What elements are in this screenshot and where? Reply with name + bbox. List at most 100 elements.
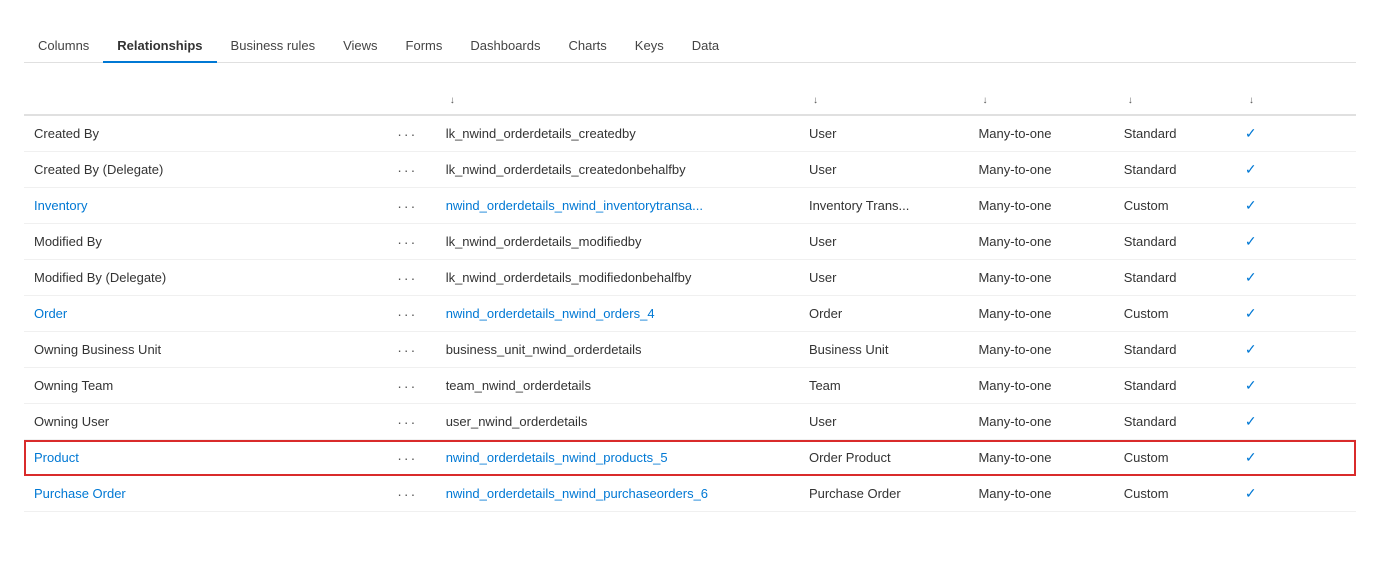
tab-forms[interactable]: Forms bbox=[392, 30, 457, 63]
col-header-custom[interactable]: ↓ bbox=[1235, 83, 1356, 115]
check-icon: ✓ bbox=[1245, 125, 1257, 141]
table-row[interactable]: Created By···lk_nwind_orderdetails_creat… bbox=[24, 115, 1356, 152]
customizable-cell: ✓ bbox=[1235, 296, 1356, 332]
row-context-menu-dots[interactable]: ··· bbox=[387, 115, 435, 152]
relationship-name-cell: nwind_orderdetails_nwind_orders_4 bbox=[436, 296, 799, 332]
col-header-relationship-name[interactable]: ↓ bbox=[436, 83, 799, 115]
display-name-cell[interactable]: Owning Team bbox=[24, 368, 387, 404]
type-cell: Standard bbox=[1114, 152, 1235, 188]
row-context-menu-dots[interactable]: ··· bbox=[387, 368, 435, 404]
col-header-dots bbox=[387, 83, 435, 115]
table-row[interactable]: Order···nwind_orderdetails_nwind_orders_… bbox=[24, 296, 1356, 332]
check-icon: ✓ bbox=[1245, 161, 1257, 177]
row-context-menu-dots[interactable]: ··· bbox=[387, 440, 435, 476]
related-table-cell: Order bbox=[799, 296, 969, 332]
customizable-cell: ✓ bbox=[1235, 188, 1356, 224]
relationships-table: ↓ ↓ ↓ ↓ ↓ bbox=[24, 83, 1356, 512]
tab-relationships[interactable]: Relationships bbox=[103, 30, 216, 63]
tab-business-rules[interactable]: Business rules bbox=[217, 30, 330, 63]
relationship-name-cell: nwind_orderdetails_nwind_inventorytransа… bbox=[436, 188, 799, 224]
customizable-cell: ✓ bbox=[1235, 440, 1356, 476]
type-sort-icon: ↓ bbox=[1128, 95, 1133, 106]
display-name-cell[interactable]: Owning User bbox=[24, 404, 387, 440]
tab-data[interactable]: Data bbox=[678, 30, 733, 63]
display-name-cell[interactable]: Created By bbox=[24, 115, 387, 152]
check-icon: ✓ bbox=[1245, 377, 1257, 393]
table-row[interactable]: Modified By···lk_nwind_orderdetails_modi… bbox=[24, 224, 1356, 260]
tab-columns[interactable]: Columns bbox=[24, 30, 103, 63]
check-icon: ✓ bbox=[1245, 305, 1257, 321]
type-cell: Custom bbox=[1114, 188, 1235, 224]
tab-dashboards[interactable]: Dashboards bbox=[456, 30, 554, 63]
table-row[interactable]: Created By (Delegate)···lk_nwind_orderde… bbox=[24, 152, 1356, 188]
relationship-name-cell: business_unit_nwind_orderdetails bbox=[436, 332, 799, 368]
table-row[interactable]: Product···nwind_orderdetails_nwind_produ… bbox=[24, 440, 1356, 476]
row-context-menu-dots[interactable]: ··· bbox=[387, 260, 435, 296]
type-cell: Standard bbox=[1114, 115, 1235, 152]
check-icon: ✓ bbox=[1245, 269, 1257, 285]
display-name-cell[interactable]: Purchase Order bbox=[24, 476, 387, 512]
row-context-menu-dots[interactable]: ··· bbox=[387, 332, 435, 368]
row-context-menu-dots[interactable]: ··· bbox=[387, 476, 435, 512]
row-context-menu-dots[interactable]: ··· bbox=[387, 188, 435, 224]
row-context-menu-dots[interactable]: ··· bbox=[387, 404, 435, 440]
relationship-type-cell: Many-to-one bbox=[968, 332, 1113, 368]
relationship-type-cell: Many-to-one bbox=[968, 115, 1113, 152]
tab-views[interactable]: Views bbox=[329, 30, 391, 63]
related-table-cell: Order Product bbox=[799, 440, 969, 476]
tab-charts[interactable]: Charts bbox=[555, 30, 621, 63]
relationship-name-cell: user_nwind_orderdetails bbox=[436, 404, 799, 440]
display-name-cell[interactable]: Order bbox=[24, 296, 387, 332]
row-context-menu-dots[interactable]: ··· bbox=[387, 152, 435, 188]
relationship-type-cell: Many-to-one bbox=[968, 368, 1113, 404]
customizable-cell: ✓ bbox=[1235, 152, 1356, 188]
relationship-type-cell: Many-to-one bbox=[968, 476, 1113, 512]
rel-type-sort-icon: ↓ bbox=[982, 95, 987, 106]
relationship-name-cell: nwind_orderdetails_nwind_products_5 bbox=[436, 440, 799, 476]
type-cell: Custom bbox=[1114, 296, 1235, 332]
customizable-cell: ✓ bbox=[1235, 404, 1356, 440]
table-row[interactable]: Owning Business Unit···business_unit_nwi… bbox=[24, 332, 1356, 368]
display-name-cell[interactable]: Owning Business Unit bbox=[24, 332, 387, 368]
type-cell: Standard bbox=[1114, 404, 1235, 440]
related-table-cell: Inventory Trans... bbox=[799, 188, 969, 224]
customizable-cell: ✓ bbox=[1235, 224, 1356, 260]
rel-name-sort-icon: ↓ bbox=[450, 95, 455, 106]
related-table-cell: User bbox=[799, 260, 969, 296]
related-table-cell: User bbox=[799, 224, 969, 260]
type-cell: Custom bbox=[1114, 440, 1235, 476]
col-header-display-name[interactable] bbox=[24, 83, 387, 115]
relationship-name-cell: nwind_orderdetails_nwind_purchaseorders_… bbox=[436, 476, 799, 512]
customizable-cell: ✓ bbox=[1235, 115, 1356, 152]
display-name-cell[interactable]: Product bbox=[24, 440, 387, 476]
row-context-menu-dots[interactable]: ··· bbox=[387, 224, 435, 260]
display-name-cell[interactable]: Created By (Delegate) bbox=[24, 152, 387, 188]
col-header-type[interactable]: ↓ bbox=[1114, 83, 1235, 115]
tab-bar: Columns Relationships Business rules Vie… bbox=[24, 30, 1356, 63]
type-cell: Standard bbox=[1114, 368, 1235, 404]
main-container: Columns Relationships Business rules Vie… bbox=[0, 0, 1380, 528]
check-icon: ✓ bbox=[1245, 197, 1257, 213]
relationship-type-cell: Many-to-one bbox=[968, 152, 1113, 188]
table-row[interactable]: Owning User···user_nwind_orderdetailsUse… bbox=[24, 404, 1356, 440]
related-table-cell: User bbox=[799, 115, 969, 152]
table-row[interactable]: Modified By (Delegate)···lk_nwind_orderd… bbox=[24, 260, 1356, 296]
table-row[interactable]: Purchase Order···nwind_orderdetails_nwin… bbox=[24, 476, 1356, 512]
type-cell: Standard bbox=[1114, 332, 1235, 368]
customizable-cell: ✓ bbox=[1235, 476, 1356, 512]
table-row[interactable]: Owning Team···team_nwind_orderdetailsTea… bbox=[24, 368, 1356, 404]
relationship-type-cell: Many-to-one bbox=[968, 440, 1113, 476]
col-header-rel-type[interactable]: ↓ bbox=[968, 83, 1113, 115]
display-name-cell[interactable]: Modified By (Delegate) bbox=[24, 260, 387, 296]
col-header-related-table[interactable]: ↓ bbox=[799, 83, 969, 115]
relationship-type-cell: Many-to-one bbox=[968, 296, 1113, 332]
table-body: Created By···lk_nwind_orderdetails_creat… bbox=[24, 115, 1356, 512]
check-icon: ✓ bbox=[1245, 341, 1257, 357]
display-name-cell[interactable]: Inventory bbox=[24, 188, 387, 224]
type-cell: Standard bbox=[1114, 224, 1235, 260]
check-icon: ✓ bbox=[1245, 413, 1257, 429]
row-context-menu-dots[interactable]: ··· bbox=[387, 296, 435, 332]
tab-keys[interactable]: Keys bbox=[621, 30, 678, 63]
display-name-cell[interactable]: Modified By bbox=[24, 224, 387, 260]
table-row[interactable]: Inventory···nwind_orderdetails_nwind_inv… bbox=[24, 188, 1356, 224]
